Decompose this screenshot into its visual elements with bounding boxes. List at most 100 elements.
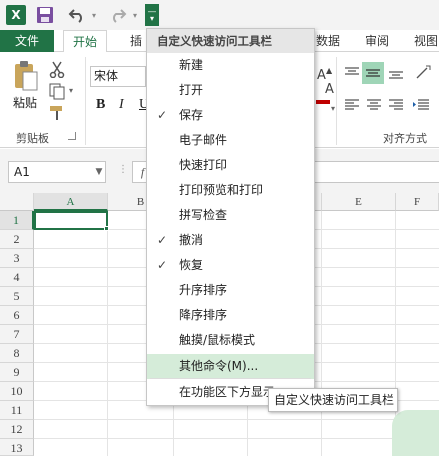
fill-handle[interactable] (104, 226, 109, 231)
row-header[interactable]: 5 (0, 287, 34, 306)
menu-item-label: 撤消 (179, 233, 204, 247)
menu-item-redo[interactable]: ✓ 恢复 (147, 253, 314, 278)
orientation-icon[interactable] (414, 64, 434, 82)
indent-icon[interactable] (412, 98, 430, 112)
menu-item-label: 在功能区下方显示 (179, 385, 276, 399)
background-shape (392, 410, 439, 456)
caret-up-icon: ▲ (326, 66, 333, 75)
font-color-icon[interactable]: A (325, 82, 334, 97)
align-top-icon[interactable] (344, 66, 360, 80)
cut-icon[interactable] (48, 60, 68, 79)
gridline (107, 211, 108, 456)
checkmark-icon: ✓ (156, 108, 168, 122)
tab-file[interactable]: 文件 (0, 30, 54, 52)
menu-item-label: 快速打印 (179, 158, 228, 172)
menu-item-label: 新建 (179, 58, 204, 72)
paste-label[interactable]: 粘贴 (13, 94, 37, 111)
row-header[interactable]: 10 (0, 382, 34, 401)
menu-item-label: 其他命令(M)... (179, 359, 259, 373)
menu-item-label: 保存 (179, 108, 204, 122)
quick-access-toolbar (0, 0, 439, 30)
align-left-icon[interactable] (344, 98, 360, 112)
formula-input[interactable] (300, 161, 439, 183)
chevron-down-icon: ▾ (149, 14, 154, 23)
row-header[interactable]: 4 (0, 268, 34, 287)
copy-icon[interactable] (48, 82, 68, 100)
menu-item-touch-mode[interactable]: 触摸/鼠标模式 (147, 328, 314, 353)
bold-button[interactable]: B (96, 97, 105, 113)
menu-item-label: 打开 (179, 83, 204, 97)
format-painter-icon[interactable] (48, 104, 68, 122)
menu-item-label: 升序排序 (179, 283, 228, 297)
redo-dropdown-icon[interactable]: ▾ (130, 5, 140, 25)
column-header[interactable]: F (396, 193, 439, 211)
row-header[interactable]: 12 (0, 420, 34, 439)
name-box-dropdown-icon[interactable]: ▼ (92, 161, 106, 183)
tab-insert[interactable]: 插入 (130, 30, 146, 52)
menu-item-sort-descending[interactable]: 降序排序 (147, 303, 314, 328)
tab-data[interactable]: 数据 (316, 30, 340, 52)
menu-title: 自定义快速访问工具栏 (147, 29, 314, 53)
menu-item-email[interactable]: 电子邮件 (147, 128, 314, 153)
customize-qat-button[interactable]: ― ▾ (145, 4, 159, 26)
menu-item-print-preview[interactable]: 打印预览和打印 (147, 178, 314, 203)
gridline (34, 438, 439, 439)
tooltip: 自定义快速访问工具栏 (268, 388, 398, 412)
row-header[interactable]: 3 (0, 249, 34, 268)
row-header[interactable]: 13 (0, 439, 34, 456)
paste-icon[interactable] (12, 60, 40, 92)
menu-separator (150, 378, 311, 379)
align-right-icon[interactable] (388, 98, 404, 112)
group-divider (85, 57, 86, 145)
font-color-dropdown-icon[interactable]: ▾ (331, 104, 335, 113)
alignment-group-label: 对齐方式 (383, 132, 427, 145)
undo-dropdown-icon[interactable]: ▾ (89, 5, 99, 25)
undo-icon[interactable] (67, 5, 87, 25)
menu-item-sort-ascending[interactable]: 升序排序 (147, 278, 314, 303)
column-header[interactable]: A (34, 193, 108, 211)
formula-bar-grip-icon: ⋮ (118, 164, 128, 175)
save-icon[interactable] (36, 6, 54, 24)
underline-button[interactable]: U (139, 97, 146, 113)
selected-cell[interactable] (34, 211, 108, 230)
row-header[interactable]: 6 (0, 306, 34, 325)
italic-button[interactable]: I (119, 97, 124, 113)
menu-item-new[interactable]: 新建 (147, 53, 314, 78)
redo-icon[interactable] (108, 5, 128, 25)
checkmark-icon: ✓ (156, 258, 168, 272)
align-middle-icon[interactable] (362, 62, 384, 84)
tab-home[interactable]: 开始 (63, 30, 107, 53)
menu-item-more-commands[interactable]: 其他命令(M)... (147, 354, 314, 379)
menu-item-spelling[interactable]: 拼写检查 (147, 203, 314, 228)
menu-item-label: 恢复 (179, 258, 204, 272)
tab-review[interactable]: 审阅 (365, 30, 389, 52)
menu-item-label: 拼写检查 (179, 208, 228, 222)
group-divider (336, 57, 337, 145)
select-all-corner[interactable] (0, 193, 34, 211)
row-header[interactable]: 8 (0, 344, 34, 363)
font-size-increase-icon[interactable]: A (317, 68, 326, 83)
checkmark-icon: ✓ (156, 233, 168, 247)
gridline (321, 211, 322, 456)
tab-view[interactable]: 视图 (414, 30, 439, 52)
clipboard-group-label: 剪贴板 (16, 132, 49, 145)
column-header[interactable]: E (322, 193, 396, 211)
row-header[interactable]: 2 (0, 230, 34, 249)
row-header[interactable]: 1 (0, 211, 34, 230)
menu-item-quick-print[interactable]: 快速打印 (147, 153, 314, 178)
menu-item-undo[interactable]: ✓ 撤消 (147, 228, 314, 253)
menu-item-open[interactable]: 打开 (147, 78, 314, 103)
font-name-combobox[interactable]: 宋体 (90, 66, 146, 87)
row-header[interactable]: 7 (0, 325, 34, 344)
font-color-bar[interactable] (316, 100, 330, 104)
row-header[interactable]: 9 (0, 363, 34, 382)
align-center-icon[interactable] (366, 98, 382, 112)
copy-dropdown-icon[interactable]: ▾ (69, 86, 73, 95)
row-header[interactable]: 11 (0, 401, 34, 420)
clipboard-launcher-icon[interactable] (68, 132, 76, 140)
align-bottom-icon[interactable] (388, 66, 404, 80)
menu-item-label: 降序排序 (179, 308, 228, 322)
menu-item-save[interactable]: ✓ 保存 (147, 103, 314, 128)
menu-item-label: 电子邮件 (179, 133, 228, 147)
menu-item-label: 触摸/鼠标模式 (179, 333, 256, 347)
